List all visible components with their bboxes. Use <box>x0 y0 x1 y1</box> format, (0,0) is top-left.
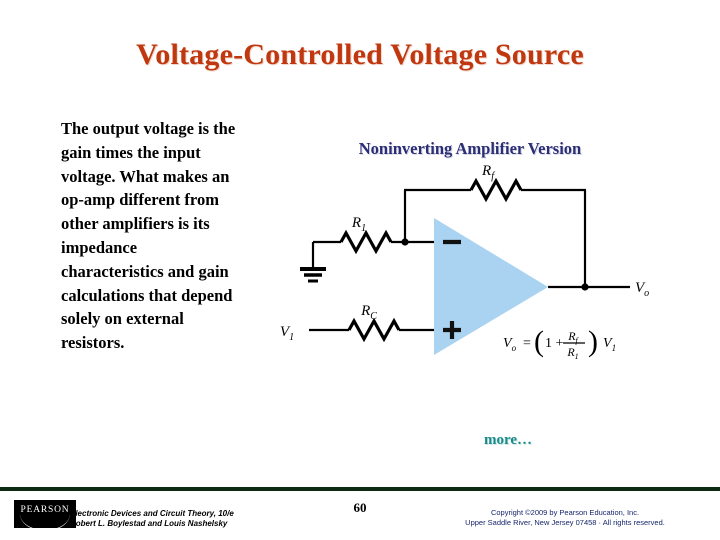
equation-open-paren: ( <box>534 325 544 358</box>
circuit-svg: Rf R1 RC V1 Vo Vo = ( 1 + Rf R1) V1 <box>280 165 649 361</box>
footer-book-title: Electronic Devices and Circuit Theory, 1… <box>70 509 234 518</box>
equation-denominator: R1 <box>566 345 578 361</box>
pearson-logo: PEARSON <box>14 500 76 528</box>
copyright-line-1: Copyright ©2009 by Pearson Education, In… <box>490 508 640 517</box>
inverting-node-dot <box>401 238 409 246</box>
page-number: 60 <box>353 500 367 515</box>
label-rf: Rf <box>481 165 495 182</box>
copyright-line-2: Upper Saddle River, New Jersey 07458 · A… <box>465 518 665 527</box>
page-title: Voltage-Controlled Voltage Source <box>136 38 584 71</box>
output-node-dot <box>581 283 589 291</box>
resistor-rf <box>469 177 523 203</box>
equation-close-paren: ) <box>588 325 598 358</box>
equation-equals: = <box>523 336 531 351</box>
slide-canvas: Voltage-Controlled Voltage Source The ou… <box>0 0 720 540</box>
label-rc: RC <box>360 303 377 322</box>
label-r1: R1 <box>351 215 366 234</box>
equation-one-plus: 1 + <box>545 336 564 351</box>
more-link[interactable]: more… <box>0 432 720 449</box>
footer-copyright: Copyright ©2009 by Pearson Education, In… <box>420 508 710 528</box>
resistor-r1 <box>339 229 393 255</box>
label-v1: V1 <box>280 324 294 343</box>
footer-authors: Robert L. Boylestad and Louis Nashelsky <box>70 519 228 528</box>
footer-divider <box>0 487 720 491</box>
diagram-heading: Noninverting Amplifier Version <box>358 139 582 158</box>
equation-rhs: V1 <box>603 336 616 353</box>
pearson-logo-swoosh <box>20 514 70 528</box>
circuit-diagram: Rf R1 RC V1 Vo Vo = ( 1 + Rf R1) V1 <box>275 165 695 380</box>
resistor-rc <box>347 317 401 343</box>
svg-text:Vo: Vo <box>503 336 517 353</box>
label-vo: Vo <box>635 280 649 299</box>
body-paragraph: The output voltage is the gain times the… <box>61 119 236 353</box>
gain-equation: Vo = ( 1 + Rf R1 ) V1 <box>503 325 616 361</box>
